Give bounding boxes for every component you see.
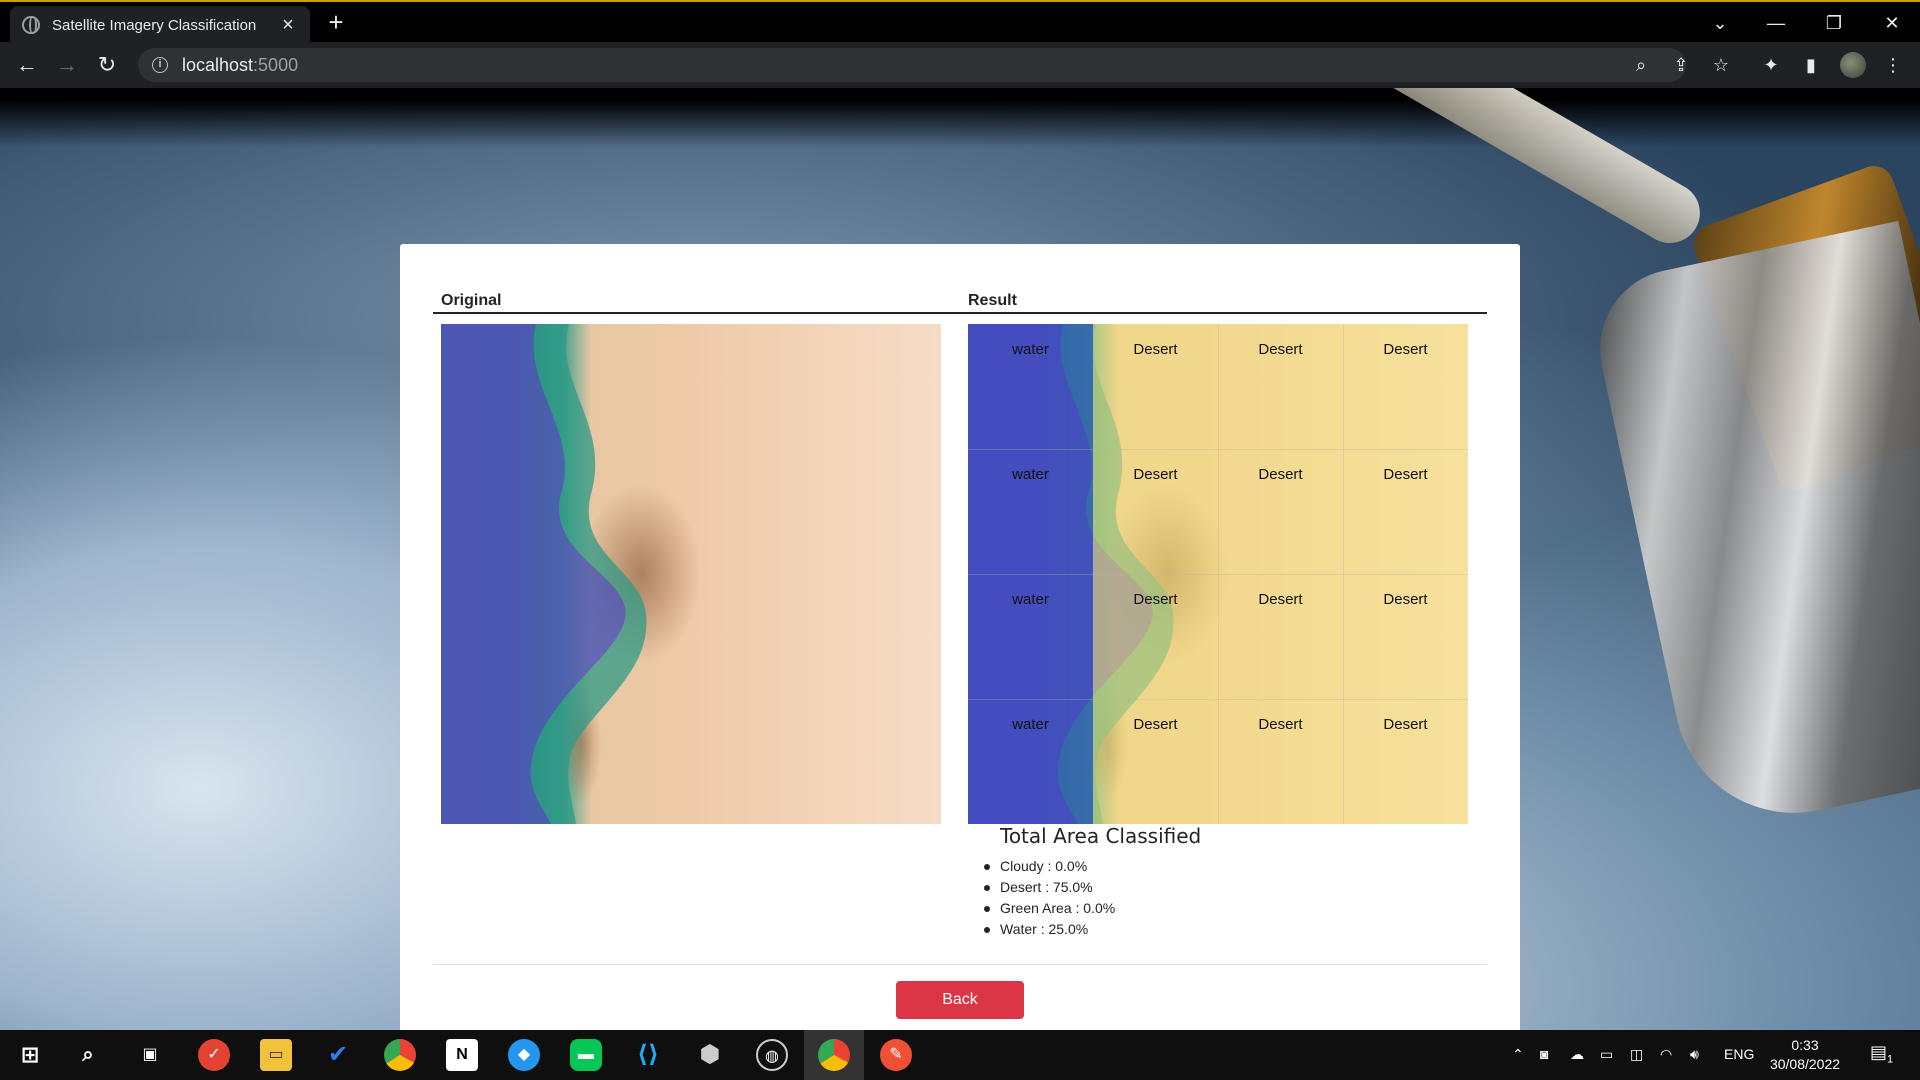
grid-cell-label: Desert	[1258, 341, 1303, 358]
profile-avatar[interactable]	[1840, 52, 1866, 78]
chrome-active-app-icon[interactable]	[818, 1039, 850, 1071]
classification-summary: Total Area Classified Cloudy : 0.0% Dese…	[983, 824, 1202, 940]
restore-button[interactable]: ❐	[1814, 8, 1854, 38]
obs-app-icon[interactable]: ◍	[756, 1039, 788, 1071]
os-taskbar: ⊞ ⌕ ▣ ✓ ▭ ✔ N ◆ ▬ ⟨⟩ ⬢ ◍ ✎ ⌃ ◙ ☁ ▭ ◫ ◠ 🔊…	[0, 1030, 1920, 1080]
grid-cell-label: Desert	[1258, 466, 1303, 483]
todoist-app-icon[interactable]: ✓	[198, 1039, 230, 1071]
vscode-app-icon[interactable]: ⟨⟩	[632, 1039, 664, 1071]
notion-app-icon[interactable]: N	[446, 1039, 478, 1071]
back-arrow-icon[interactable]: ←	[12, 50, 42, 80]
browser-tab[interactable]: Satellite Imagery Classification ×	[10, 6, 310, 44]
original-satellite-image	[441, 324, 941, 824]
grid-cell-label: Desert	[1383, 466, 1428, 483]
clock-date: 30/08/2022	[1769, 1056, 1841, 1072]
close-window-button[interactable]: ✕	[1872, 8, 1912, 38]
card-divider	[433, 964, 1487, 965]
grid-cell-label: Desert	[1133, 466, 1178, 483]
result-card: Original Result water Desert Desert Dese…	[400, 244, 1520, 1030]
unity-app-icon[interactable]: ⬢	[694, 1039, 726, 1071]
tray-chevron-icon[interactable]: ⌃	[1512, 1046, 1524, 1063]
postman-app-icon[interactable]: ✎	[880, 1039, 912, 1071]
file-explorer-icon[interactable]: ▭	[260, 1039, 292, 1071]
browser-toolbar: ← → ↻ i localhost:5000 ⌕ ⇪ ☆ ✦ ▮ ⋮	[0, 42, 1920, 88]
page-background: Original Result water Desert Desert Dese…	[0, 88, 1920, 1030]
grid-cell-label: Desert	[1258, 591, 1303, 608]
forward-arrow-icon[interactable]: →	[52, 50, 82, 80]
chrome-app-icon[interactable]	[384, 1039, 416, 1071]
browser-tab-bar: Satellite Imagery Classification × + ⌄ —…	[0, 0, 1920, 44]
tab-search-icon[interactable]: ⌄	[1700, 8, 1740, 38]
notifications-icon[interactable]: ▤1	[1870, 1042, 1893, 1066]
onedrive-icon[interactable]: ☁	[1570, 1046, 1584, 1063]
docker-app-icon[interactable]: ◆	[508, 1039, 540, 1071]
summary-item-desert: Desert : 75.0%	[983, 877, 1201, 898]
header-original: Original	[441, 292, 502, 309]
new-tab-button[interactable]: +	[322, 8, 350, 36]
language-indicator[interactable]: ENG	[1724, 1046, 1754, 1062]
grid-cell-label: Desert	[1258, 716, 1303, 733]
url-text: localhost:5000	[182, 54, 299, 75]
zoom-icon[interactable]: ⌕	[1628, 52, 1654, 78]
bookmark-star-icon[interactable]: ☆	[1708, 52, 1734, 78]
search-icon[interactable]: ⌕	[72, 1039, 104, 1071]
header-result: Result	[968, 292, 1017, 309]
clock-time: 0:33	[1791, 1037, 1819, 1053]
grid-cell-label: water	[1012, 341, 1049, 358]
tab-title: Satellite Imagery Classification	[52, 16, 257, 34]
info-icon[interactable]: i	[152, 57, 168, 73]
volume-icon[interactable]: 🔊︎	[1690, 1046, 1699, 1063]
summary-item-green-area: Green Area : 0.0%	[983, 898, 1201, 919]
tray-app-icon[interactable]: ◙	[1540, 1046, 1548, 1062]
side-panel-icon[interactable]: ▮	[1798, 52, 1824, 78]
notification-count: 1	[1887, 1053, 1894, 1066]
grid-cell-label: Desert	[1133, 341, 1178, 358]
space-backdrop	[0, 88, 1920, 148]
back-button[interactable]: Back	[896, 981, 1024, 1019]
tab-close-icon[interactable]: ×	[278, 14, 298, 37]
share-icon[interactable]: ⇪	[1668, 52, 1694, 78]
grid-cell-label: Desert	[1133, 716, 1178, 733]
classified-result-image: water Desert Desert Desert water Desert …	[968, 324, 1468, 824]
grid-cell-label: Desert	[1133, 591, 1178, 608]
summary-item-water: Water : 25.0%	[983, 919, 1201, 940]
reload-icon[interactable]: ↻	[92, 50, 122, 80]
menu-dots-icon[interactable]: ⋮	[1880, 52, 1906, 78]
taskbar-clock[interactable]: 0:33 30/08/2022	[1760, 1036, 1850, 1074]
summary-item-cloudy: Cloudy : 0.0%	[983, 856, 1201, 877]
network-icon[interactable]: ◫	[1630, 1046, 1643, 1063]
grid-cell-label: water	[1012, 716, 1049, 733]
battery-icon[interactable]: ▭	[1600, 1046, 1613, 1063]
line-app-icon[interactable]: ▬	[570, 1039, 602, 1071]
summary-title: Total Area Classified	[1000, 824, 1202, 848]
grid-cell-label: water	[1012, 466, 1049, 483]
windows-start-icon[interactable]: ⊞	[14, 1039, 46, 1071]
table-header: Original Result	[433, 286, 1487, 314]
wifi-icon[interactable]: ◠	[1660, 1046, 1672, 1063]
extensions-icon[interactable]: ✦	[1758, 52, 1784, 78]
minimize-button[interactable]: —	[1756, 8, 1796, 38]
grid-cell-label: Desert	[1383, 341, 1428, 358]
grid-cell-label: water	[1012, 591, 1049, 608]
address-bar[interactable]: i localhost:5000	[138, 48, 1686, 82]
summary-list: Cloudy : 0.0% Desert : 75.0% Green Area …	[983, 856, 1201, 940]
globe-icon	[22, 16, 40, 34]
grid-cell-label: Desert	[1383, 591, 1428, 608]
grid-cell-label: Desert	[1383, 716, 1428, 733]
space-station-image	[1585, 220, 1920, 836]
todo-app-icon[interactable]: ✔	[322, 1039, 354, 1071]
task-view-icon[interactable]: ▣	[134, 1039, 166, 1071]
